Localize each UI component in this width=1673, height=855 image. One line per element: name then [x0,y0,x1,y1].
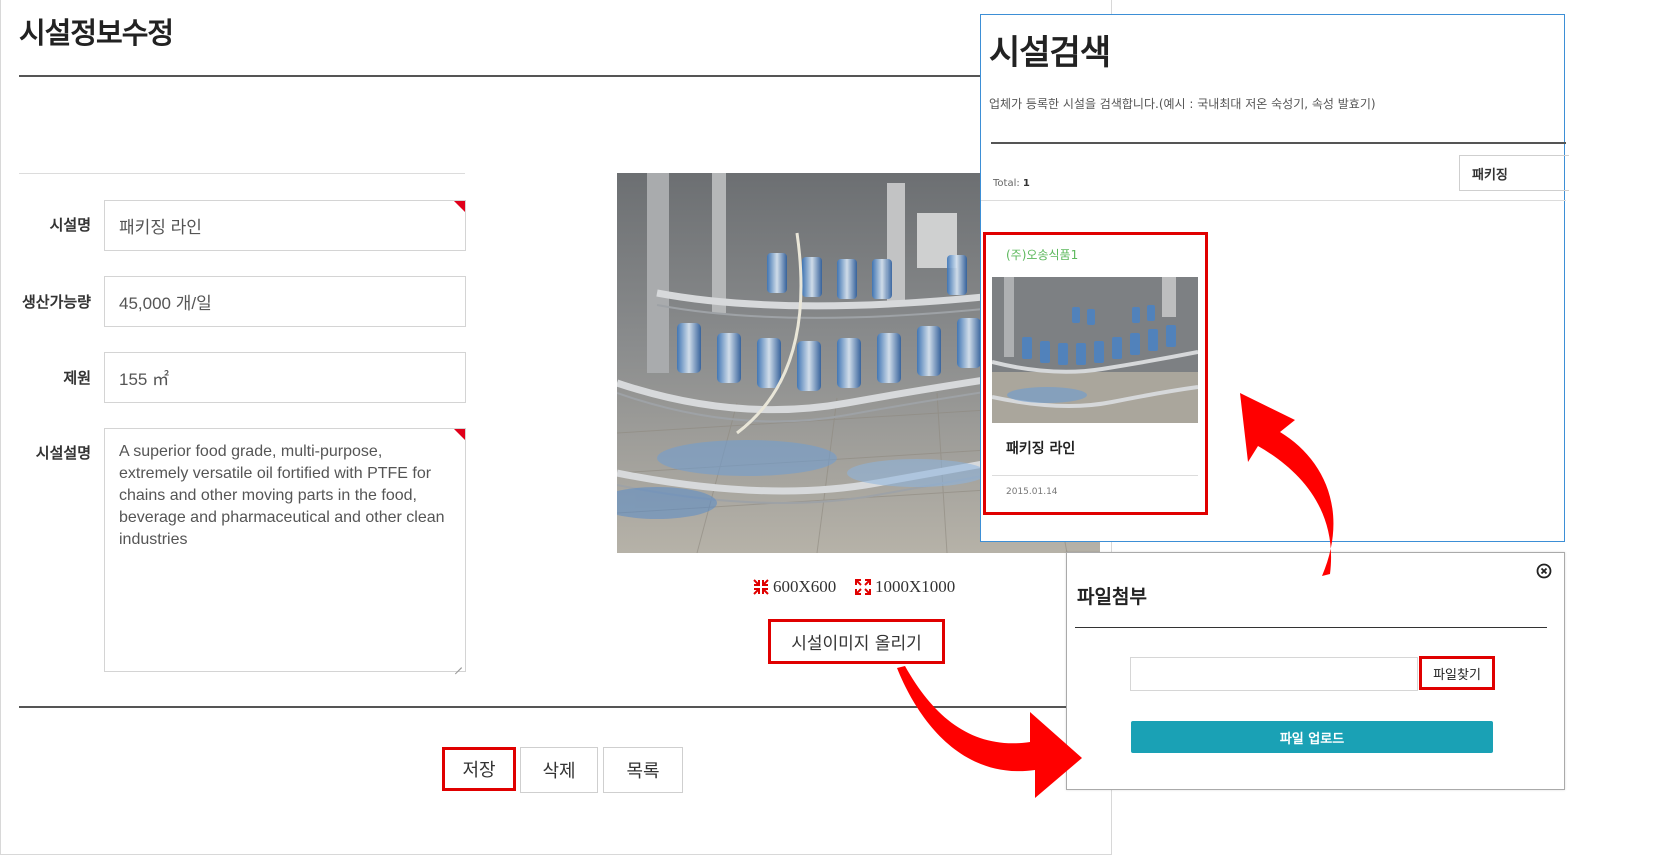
list-button[interactable]: 목록 [603,747,683,793]
card-divider [992,475,1198,476]
name-label: 시설명 [49,216,91,234]
shrink-icon [753,579,769,595]
size-option-1000[interactable]: 1000X1000 [855,577,955,597]
form-divider [19,173,465,174]
facility-edit-panel: 시설정보수정 시설명 패키징 라인 생산가능량 45,000 개/일 제원 15… [0,0,1113,855]
spec-field[interactable]: 155 ㎡ [104,352,466,403]
total-label: Total: [993,178,1020,189]
file-upload-dialog: 파일첨부 파일찾기 파일 업로드 [1066,552,1565,790]
search-divider [991,142,1566,144]
title-divider [19,75,1113,77]
description-label: 시설설명 [35,444,91,462]
file-upload-button[interactable]: 파일 업로드 [1131,721,1493,753]
size-1000-label: 1000X1000 [875,577,956,596]
capacity-value: 45,000 개/일 [119,294,212,313]
name-field[interactable]: 패키징 라인 [104,200,466,251]
spec-value: 155 ㎡ [119,370,170,389]
upload-image-button[interactable]: 시설이미지 올리기 [768,619,945,664]
find-file-button[interactable]: 파일찾기 [1419,656,1495,690]
total-value: 1 [1022,178,1030,189]
capacity-field[interactable]: 45,000 개/일 [104,276,466,327]
resize-grip-icon[interactable] [453,659,462,668]
card-facility-name: 패키징 라인 [1006,441,1076,457]
search-title: 시설검색 [989,33,1111,73]
search-description: 업체가 등록한 시설을 검색합니다.(예시 : 국내최대 저온 숙성기, 속성 … [989,97,1376,111]
file-path-input[interactable] [1130,657,1418,691]
capacity-label: 생산가능량 [21,293,91,311]
bottom-divider [19,706,1113,708]
total-count: Total: 1 [993,178,1030,189]
list-divider [981,200,1566,201]
description-value: A superior food grade, multi-purpose, ex… [119,443,445,548]
card-company: (주)오송식품1 [1006,248,1079,262]
category-filter[interactable]: 패키징 [1459,155,1569,191]
expand-icon [855,579,871,595]
size-option-600[interactable]: 600X600 [753,577,836,597]
dialog-divider [1075,627,1547,628]
close-icon[interactable] [1536,563,1552,579]
page-title: 시설정보수정 [19,16,174,50]
save-button[interactable]: 저장 [442,747,516,791]
name-value: 패키징 라인 [119,218,202,237]
dialog-title: 파일첨부 [1077,586,1147,608]
card-date: 2015.01.14 [1006,487,1058,497]
size-600-label: 600X600 [773,577,837,596]
delete-button[interactable]: 삭제 [520,747,598,793]
description-textarea[interactable]: A superior food grade, multi-purpose, ex… [104,428,466,672]
card-thumbnail [992,277,1198,423]
spec-label: 제원 [63,369,91,387]
result-card[interactable]: (주)오송식품1 패키징 라인 2015.01.14 [983,232,1208,515]
